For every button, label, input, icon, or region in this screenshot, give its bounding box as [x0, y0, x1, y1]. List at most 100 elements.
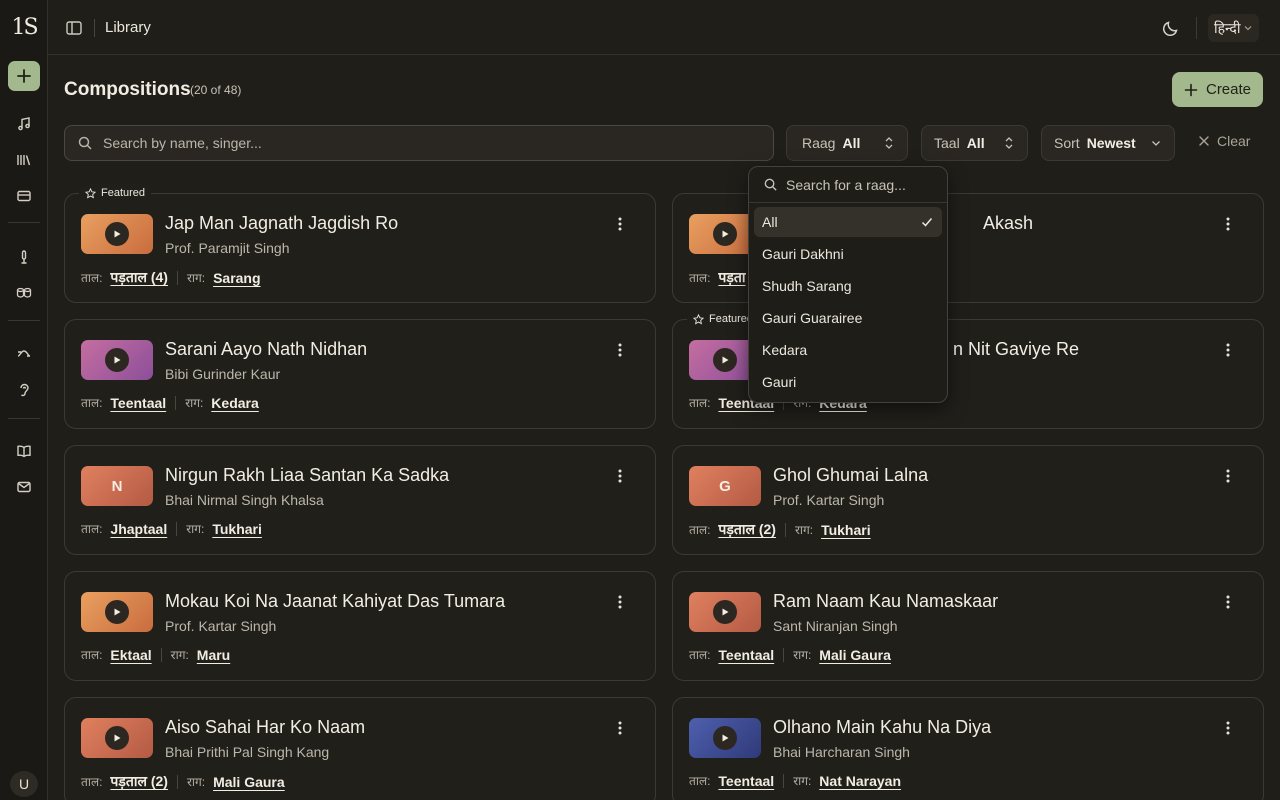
composition-title[interactable]: Jap Man Jagnath Jagdish Ro — [165, 213, 398, 234]
play-icon[interactable] — [713, 600, 737, 624]
taal-link[interactable]: पड़ताल (4) — [110, 268, 168, 287]
chevron-down-icon — [1244, 26, 1252, 31]
composition-card[interactable]: Olhano Main Kahu Na Diya Bhai Harcharan … — [672, 697, 1264, 800]
composition-card[interactable]: N Nirgun Rakh Liaa Santan Ka Sadka Bhai … — [64, 445, 656, 555]
user-avatar[interactable]: U — [10, 771, 38, 797]
taal-link[interactable]: पड़ता — [718, 268, 745, 287]
play-icon[interactable] — [105, 348, 129, 372]
search-box[interactable] — [64, 125, 774, 161]
raag-option[interactable]: Shudh Sarang — [754, 271, 942, 301]
raag-search-box[interactable] — [749, 167, 947, 203]
taal-link[interactable]: Teentaal — [718, 773, 774, 789]
composition-title[interactable]: Ram Naam Kau Namaskaar — [773, 591, 998, 612]
composition-card[interactable]: Mokau Koi Na Jaanat Kahiyat Das Tumara P… — [64, 571, 656, 681]
raag-link[interactable]: Sarang — [213, 270, 260, 286]
microphone-icon[interactable] — [12, 245, 36, 269]
sort-filter[interactable]: Sort Newest — [1041, 125, 1175, 161]
composition-title[interactable]: Mokau Koi Na Jaanat Kahiyat Das Tumara — [165, 591, 505, 612]
composition-thumbnail[interactable] — [81, 592, 153, 632]
raag-option[interactable]: Gauri Dakhni — [754, 239, 942, 269]
composition-title[interactable]: n Nit Gaviye Re — [953, 339, 1079, 360]
more-options-icon[interactable] — [1221, 720, 1235, 736]
music-note-icon[interactable] — [12, 112, 36, 136]
composition-thumbnail[interactable] — [689, 592, 761, 632]
more-options-icon[interactable] — [613, 342, 627, 358]
new-button[interactable] — [8, 61, 40, 91]
tabla-icon[interactable] — [12, 281, 36, 305]
play-icon[interactable] — [713, 348, 737, 372]
raag-filter[interactable]: Raag All — [786, 125, 908, 161]
composition-thumbnail[interactable] — [689, 718, 761, 758]
raag-option[interactable]: All — [754, 207, 942, 237]
topbar-separator — [1196, 17, 1197, 39]
composition-title[interactable]: Sarani Aayo Nath Nidhan — [165, 339, 367, 360]
composition-thumbnail[interactable]: N — [81, 466, 153, 506]
raag-link[interactable]: Mali Gaura — [213, 774, 285, 790]
app-logo[interactable]: 1S — [8, 10, 40, 44]
more-options-icon[interactable] — [613, 720, 627, 736]
meta-divider — [176, 270, 178, 285]
composition-card[interactable]: G Ghol Ghumai Lalna Prof. Kartar Singh त… — [672, 445, 1264, 555]
raag-link[interactable]: Tukhari — [821, 522, 871, 538]
composition-card[interactable]: Sarani Aayo Nath Nidhan Bibi Gurinder Ka… — [64, 319, 656, 429]
composition-title[interactable]: Akash — [983, 213, 1033, 234]
taal-label: ताल: — [81, 775, 103, 789]
composition-title[interactable]: Olhano Main Kahu Na Diya — [773, 717, 991, 738]
play-icon[interactable] — [105, 222, 129, 246]
waveform-icon[interactable] — [12, 342, 36, 366]
more-options-icon[interactable] — [1221, 468, 1235, 484]
library-icon[interactable] — [12, 148, 36, 172]
raag-option[interactable]: Gauri — [754, 367, 942, 397]
more-options-icon[interactable] — [1221, 342, 1235, 358]
raag-link[interactable]: Nat Narayan — [819, 773, 901, 789]
taal-link[interactable]: पड़ताल (2) — [110, 772, 168, 791]
composition-card[interactable]: Ram Naam Kau Namaskaar Sant Niranjan Sin… — [672, 571, 1264, 681]
sidebar-toggle-icon[interactable] — [64, 18, 84, 38]
card-icon[interactable] — [12, 184, 36, 208]
composition-thumbnail[interactable] — [81, 214, 153, 254]
taal-filter[interactable]: Taal All — [921, 125, 1028, 161]
raag-link[interactable]: Maru — [197, 647, 230, 663]
more-options-icon[interactable] — [613, 594, 627, 610]
composition-thumbnail[interactable] — [81, 718, 153, 758]
play-icon[interactable] — [105, 600, 129, 624]
composition-title[interactable]: Ghol Ghumai Lalna — [773, 465, 928, 486]
taal-link[interactable]: Teentaal — [110, 395, 166, 411]
more-options-icon[interactable] — [613, 468, 627, 484]
composition-thumbnail[interactable] — [81, 340, 153, 380]
composition-card[interactable]: Aiso Sahai Har Ko Naam Bhai Prithi Pal S… — [64, 697, 656, 800]
taal-link[interactable]: Jhaptaal — [110, 521, 167, 537]
moon-icon[interactable] — [1161, 18, 1181, 38]
clear-filters-button[interactable]: Clear — [1198, 133, 1250, 149]
composition-title[interactable]: Nirgun Rakh Liaa Santan Ka Sadka — [165, 465, 449, 486]
mail-icon[interactable] — [12, 475, 36, 499]
search-input[interactable] — [103, 135, 703, 151]
more-options-icon[interactable] — [1221, 216, 1235, 232]
raag-link[interactable]: Mali Gaura — [819, 647, 891, 663]
play-icon[interactable] — [713, 222, 737, 246]
composition-title[interactable]: Aiso Sahai Har Ko Naam — [165, 717, 365, 738]
play-icon[interactable] — [105, 726, 129, 750]
create-button[interactable]: Create — [1172, 72, 1263, 107]
featured-badge: Featured — [79, 184, 152, 202]
composition-meta: ताल: Teentaal राग: Mali Gaura — [689, 646, 891, 663]
raag-option[interactable]: Gauri Guarairee — [754, 303, 942, 333]
ear-icon[interactable] — [12, 378, 36, 402]
taal-link[interactable]: पड़ताल (2) — [718, 520, 776, 539]
more-options-icon[interactable] — [613, 216, 627, 232]
book-icon[interactable] — [12, 439, 36, 463]
composition-thumbnail[interactable]: G — [689, 466, 761, 506]
raag-search-input[interactable] — [786, 176, 936, 193]
close-icon — [1199, 136, 1209, 146]
raag-link[interactable]: Kedara — [211, 395, 258, 411]
topbar-separator — [94, 19, 95, 37]
composition-card[interactable]: Featured Jap Man Jagnath Jagdish Ro Prof… — [64, 184, 656, 303]
taal-link[interactable]: Teentaal — [718, 647, 774, 663]
play-icon[interactable] — [713, 726, 737, 750]
taal-link[interactable]: Ektaal — [110, 647, 151, 663]
raag-link[interactable]: Tukhari — [212, 521, 262, 537]
more-options-icon[interactable] — [1221, 594, 1235, 610]
taal-label: ताल: — [81, 271, 103, 285]
raag-option[interactable]: Kedara — [754, 335, 942, 365]
language-selector[interactable]: हिन्दी — [1208, 14, 1260, 42]
